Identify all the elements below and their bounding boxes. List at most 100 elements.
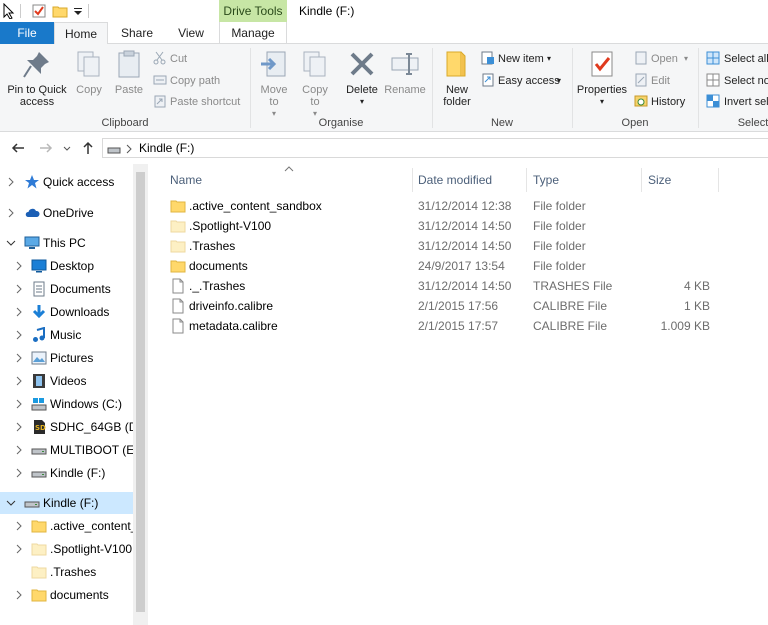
column-divider[interactable] — [718, 168, 719, 192]
file-row[interactable]: metadata.calibre 2/1/2015 17:57 CALIBRE Fi… — [166, 316, 726, 336]
nav-item[interactable]: Pictures — [0, 347, 133, 369]
chevron-right-icon[interactable] — [14, 468, 24, 478]
file-date-modified: 31/12/2014 14:50 — [418, 219, 512, 233]
nav-item[interactable]: This PC — [0, 232, 133, 254]
nav-item[interactable]: documents — [0, 584, 133, 606]
invert-selection-button[interactable]: Invert sel — [706, 93, 768, 111]
tab-home[interactable]: Home — [54, 22, 108, 45]
paste-button[interactable]: Paste — [112, 48, 146, 96]
drive-icon — [31, 471, 47, 478]
file-row[interactable]: .active_content_sandbox 31/12/2014 12:38 F… — [166, 196, 726, 216]
file-row[interactable]: documents 24/9/2017 13:54 File folder — [166, 256, 726, 276]
nav-item[interactable]: Downloads — [0, 301, 133, 323]
file-icon — [172, 298, 184, 314]
chevron-right-icon[interactable] — [14, 590, 24, 600]
file-type: CALIBRE File — [533, 299, 608, 313]
tab-view[interactable]: View — [166, 22, 216, 44]
back-arrow-icon[interactable] — [10, 140, 26, 156]
file-type: TRASHES File — [533, 279, 613, 293]
address-box[interactable]: Kindle (F:) — [102, 138, 768, 158]
chevron-right-icon[interactable] — [6, 208, 16, 218]
nav-item[interactable]: Windows (C:) — [0, 393, 133, 415]
move-to-label: Move to — [260, 84, 288, 108]
invert-selection-label: Invert sel — [724, 96, 768, 108]
move-to-button[interactable]: Move to ▾ — [256, 48, 292, 120]
chevron-right-icon[interactable] — [14, 307, 24, 317]
nav-item[interactable]: .Spotlight-V100 — [0, 538, 133, 560]
file-row[interactable]: .Spotlight-V100 31/12/2014 14:50 File fold… — [166, 216, 726, 236]
file-row[interactable]: ._.Trashes 31/12/2014 14:50 TRASHES File 4 … — [166, 276, 726, 296]
file-date-modified: 31/12/2014 12:38 — [418, 199, 512, 213]
desktop-icon — [31, 259, 47, 273]
recent-locations-chevron-icon[interactable] — [62, 140, 72, 156]
new-item-button[interactable]: New item ▾ — [481, 50, 567, 68]
history-button[interactable]: History — [634, 93, 698, 111]
edit-button[interactable]: Edit — [634, 72, 698, 90]
chevron-right-icon[interactable] — [14, 376, 24, 386]
select-none-button[interactable]: Select no — [706, 72, 768, 90]
easy-access-button[interactable]: Easy access ▾ — [481, 72, 567, 90]
nav-item[interactable]: Desktop — [0, 255, 133, 277]
copy-to-button[interactable]: Copy to ▾ — [298, 48, 332, 120]
chevron-right-icon[interactable] — [14, 261, 24, 271]
forward-arrow-icon[interactable] — [38, 140, 54, 156]
copy-to-label: Copy to — [302, 84, 328, 108]
nav-item[interactable]: Music — [0, 324, 133, 346]
up-arrow-icon[interactable] — [80, 140, 96, 156]
paste-shortcut-button[interactable]: Paste shortcut — [153, 93, 248, 111]
nav-item[interactable]: Documents — [0, 278, 133, 300]
cut-button[interactable]: Cut — [153, 50, 245, 68]
nav-item[interactable]: Quick access — [0, 171, 133, 193]
chevron-right-icon[interactable] — [14, 521, 24, 531]
column-header-date-modified[interactable]: Date modified — [412, 168, 526, 192]
chevron-down-icon[interactable] — [6, 238, 16, 248]
select-none-icon — [706, 73, 720, 87]
copy-path-button[interactable]: Copy path — [153, 72, 245, 90]
breadcrumb-chevron-icon[interactable] — [125, 143, 133, 155]
nav-item[interactable]: MULTIBOOT (E:) — [0, 439, 133, 461]
rename-button[interactable]: Rename — [384, 48, 426, 96]
open-button[interactable]: Open ▾ — [634, 50, 698, 68]
nav-item[interactable]: SD SDHC_64GB (D:) — [0, 416, 133, 438]
chevron-right-icon[interactable] — [14, 445, 24, 455]
chevron-right-icon[interactable] — [14, 353, 24, 363]
rename-icon — [391, 53, 419, 75]
group-label-select: Select — [737, 117, 768, 129]
folder-icon — [170, 200, 186, 213]
chevron-right-icon[interactable] — [14, 330, 24, 340]
nav-scrollbar-thumb[interactable] — [136, 172, 145, 612]
nav-item[interactable]: OneDrive — [0, 202, 133, 224]
properties-qat-icon[interactable] — [31, 3, 47, 19]
nav-item-label: This PC — [43, 236, 86, 250]
file-row[interactable]: .Trashes 31/12/2014 14:50 File folder — [166, 236, 726, 256]
new-folder-qat-icon[interactable] — [52, 3, 68, 19]
file-row[interactable]: driveinfo.calibre 2/1/2015 17:56 CALIBRE F… — [166, 296, 726, 316]
chevron-right-icon[interactable] — [6, 177, 16, 187]
properties-button[interactable]: Properties ▾ — [576, 48, 628, 108]
tab-file[interactable]: File — [0, 22, 54, 44]
chevron-right-icon[interactable] — [14, 422, 24, 432]
file-name: driveinfo.calibre — [189, 299, 274, 313]
select-all-button[interactable]: Select all — [706, 50, 768, 68]
new-folder-button[interactable]: New folder — [438, 48, 476, 108]
pin-to-quick-access-button[interactable]: Pin to Quick access — [4, 48, 70, 108]
chevron-right-icon[interactable] — [14, 544, 24, 554]
column-header-name[interactable]: Name — [164, 168, 412, 192]
chevron-right-icon[interactable] — [14, 399, 24, 409]
nav-item[interactable]: Videos — [0, 370, 133, 392]
tab-manage[interactable]: Manage — [219, 22, 287, 44]
copy-button[interactable]: Copy — [72, 48, 106, 96]
column-header-size[interactable]: Size — [642, 168, 718, 192]
nav-item[interactable]: Kindle (F:) — [0, 462, 133, 484]
nav-item[interactable]: .active_content_ — [0, 515, 133, 537]
address-path[interactable]: Kindle (F:) — [139, 141, 194, 155]
customize-qat-icon[interactable] — [70, 3, 86, 19]
chevron-down-icon[interactable] — [6, 498, 16, 508]
tab-share[interactable]: Share — [112, 22, 162, 44]
nav-item[interactable]: Kindle (F:) — [0, 492, 133, 514]
delete-button[interactable]: Delete ▾ — [342, 48, 382, 108]
chevron-right-icon[interactable] — [14, 284, 24, 294]
column-header-type[interactable]: Type — [527, 168, 641, 192]
nav-item[interactable]: .Trashes — [0, 561, 133, 583]
nav-item-label: .active_content_ — [50, 519, 133, 533]
